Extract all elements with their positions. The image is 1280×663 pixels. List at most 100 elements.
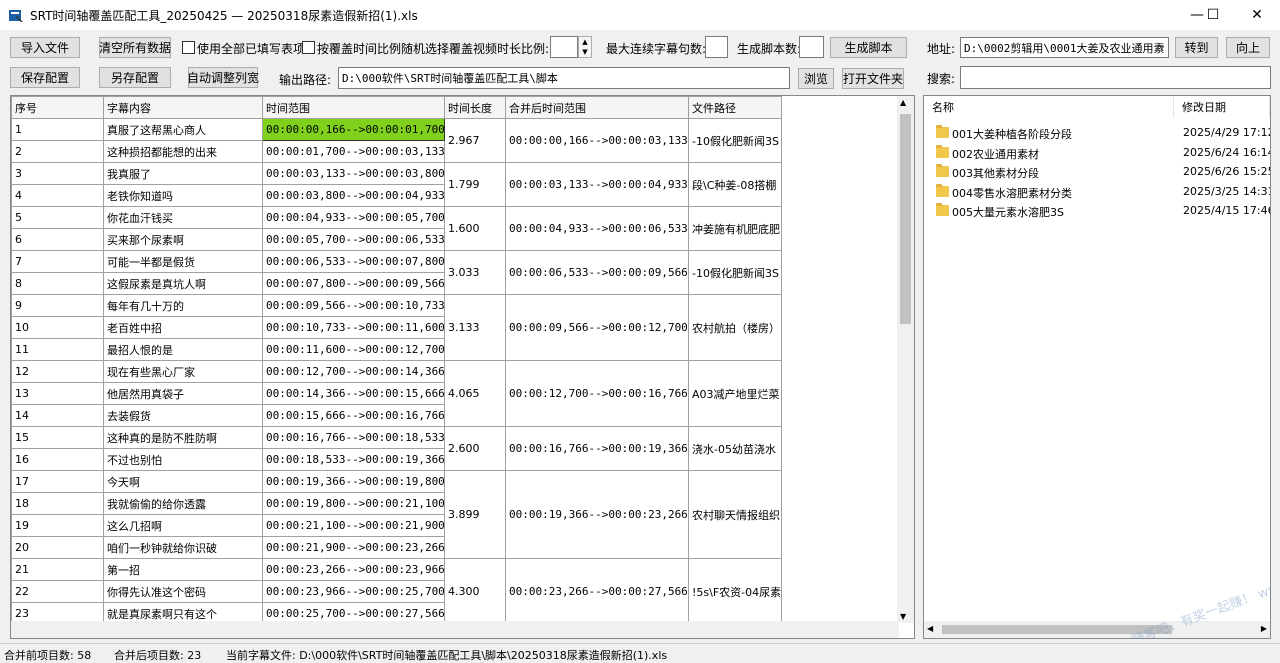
row-number-cell[interactable]: 13 xyxy=(11,382,104,405)
row-number-cell[interactable]: 4 xyxy=(11,184,104,207)
subtitle-text-cell[interactable]: 这种真的是防不胜防啊 xyxy=(103,426,263,449)
time-range-cell[interactable]: 00:00:14,366-->00:00:15,666 xyxy=(262,382,445,405)
row-number-cell[interactable]: 16 xyxy=(11,448,104,471)
merged-range-cell[interactable]: 00:00:06,533-->00:00:09,566 xyxy=(505,250,689,295)
time-range-cell[interactable]: 00:00:19,800-->00:00:21,100 xyxy=(262,492,445,515)
row-number-cell[interactable]: 11 xyxy=(11,338,104,361)
use-all-checkbox[interactable] xyxy=(182,41,195,54)
subtitle-text-cell[interactable]: 我真服了 xyxy=(103,162,263,185)
time-range-cell[interactable]: 00:00:00,166-->00:00:01,700 xyxy=(262,118,445,141)
file-path-cell[interactable]: -10假化肥新闻3S xyxy=(688,118,782,163)
duration-cell[interactable]: 2.967 xyxy=(444,118,506,163)
list-item[interactable]: 005大量元素水溶肥3S 2025/4/15 17:46 xyxy=(924,201,1270,220)
time-range-cell[interactable]: 00:00:21,900-->00:00:23,266 xyxy=(262,536,445,559)
clear-all-button[interactable]: 清空所有数据 xyxy=(99,37,171,58)
generate-script-button[interactable]: 生成脚本 xyxy=(830,37,907,58)
file-path-cell[interactable]: !5s\F农资-04尿素 xyxy=(688,558,782,625)
ratio-spinner[interactable]: ▲ ▼ xyxy=(578,36,592,58)
save-config-button[interactable]: 保存配置 xyxy=(10,67,80,88)
time-range-cell[interactable]: 00:00:05,700-->00:00:06,533 xyxy=(262,228,445,251)
time-range-cell[interactable]: 00:00:07,800-->00:00:09,566 xyxy=(262,272,445,295)
row-number-cell[interactable]: 10 xyxy=(11,316,104,339)
subtitle-text-cell[interactable]: 他居然用真袋子 xyxy=(103,382,263,405)
open-folder-button[interactable]: 打开文件夹 xyxy=(842,68,904,89)
table-row[interactable]: 5 你花血汗钱买 00:00:04,933-->00:00:05,700 1.600 0… xyxy=(11,206,782,251)
row-number-cell[interactable]: 12 xyxy=(11,360,104,383)
list-item[interactable]: 001大姜种植各阶段分段 2025/4/29 17:12 xyxy=(924,123,1270,142)
merged-range-cell[interactable]: 00:00:00,166-->00:00:03,133 xyxy=(505,118,689,163)
subtitle-text-cell[interactable]: 这种损招都能想的出来 xyxy=(103,140,263,163)
file-path-cell[interactable]: 农村航拍（楼房） xyxy=(688,294,782,361)
search-input[interactable] xyxy=(960,66,1271,89)
subtitle-text-cell[interactable]: 第一招 xyxy=(103,558,263,581)
autofit-columns-button[interactable]: 自动调整列宽 xyxy=(187,67,259,88)
grid-header-cell[interactable]: 字幕内容 xyxy=(103,96,263,119)
grid-header-cell[interactable]: 合并后时间范围 xyxy=(505,96,689,119)
duration-cell[interactable]: 3.899 xyxy=(444,470,506,559)
row-number-cell[interactable]: 15 xyxy=(11,426,104,449)
table-row[interactable]: 21 第一招 00:00:23,266-->00:00:23,966 4.300 00:… xyxy=(11,558,782,625)
merged-range-cell[interactable]: 00:00:23,266-->00:00:27,566 xyxy=(505,558,689,625)
cover-ratio-input[interactable] xyxy=(550,36,578,58)
random-ratio-checkbox[interactable] xyxy=(302,41,315,54)
time-range-cell[interactable]: 00:00:09,566-->00:00:10,733 xyxy=(262,294,445,317)
row-number-cell[interactable]: 1 xyxy=(11,118,104,141)
subtitle-text-cell[interactable]: 去装假货 xyxy=(103,404,263,427)
time-range-cell[interactable]: 00:00:15,666-->00:00:16,766 xyxy=(262,404,445,427)
scroll-left-icon[interactable]: ◀ xyxy=(927,624,933,633)
time-range-cell[interactable]: 00:00:16,766-->00:00:18,533 xyxy=(262,426,445,449)
time-range-cell[interactable]: 00:00:04,933-->00:00:05,700 xyxy=(262,206,445,229)
time-range-cell[interactable]: 00:00:03,133-->00:00:03,800 xyxy=(262,162,445,185)
spin-down-icon[interactable]: ▼ xyxy=(579,47,591,57)
subtitle-text-cell[interactable]: 每年有几十万的 xyxy=(103,294,263,317)
subtitle-text-cell[interactable]: 真服了这帮黑心商人 xyxy=(103,118,263,141)
duration-cell[interactable]: 3.033 xyxy=(444,250,506,295)
row-number-cell[interactable]: 7 xyxy=(11,250,104,273)
subtitle-text-cell[interactable]: 老铁你知道吗 xyxy=(103,184,263,207)
scroll-down-icon[interactable]: ▼ xyxy=(900,612,906,621)
vertical-scrollbar[interactable]: ▲ ▼ xyxy=(897,96,914,623)
time-range-cell[interactable]: 00:00:12,700-->00:00:14,366 xyxy=(262,360,445,383)
grid-header-cell[interactable]: 文件路径 xyxy=(688,96,782,119)
row-number-cell[interactable]: 17 xyxy=(11,470,104,493)
file-path-cell[interactable]: A03减产地里烂菜 xyxy=(688,360,782,427)
file-path-cell[interactable]: -10假化肥新闻3S xyxy=(688,250,782,295)
row-number-cell[interactable]: 9 xyxy=(11,294,104,317)
list-item[interactable]: 003其他素材分段 2025/6/26 15:25 xyxy=(924,162,1270,181)
time-range-cell[interactable]: 00:00:23,266-->00:00:23,966 xyxy=(262,558,445,581)
time-range-cell[interactable]: 00:00:10,733-->00:00:11,600 xyxy=(262,316,445,339)
address-select[interactable]: D:\0002剪辑用\0001大姜及农业通用素 ⌄ xyxy=(960,37,1169,58)
table-row[interactable]: 7 可能一半都是假货 00:00:06,533-->00:00:07,800 3.03… xyxy=(11,250,782,295)
row-number-cell[interactable]: 21 xyxy=(11,558,104,581)
maximize-icon[interactable]: ☐ xyxy=(1190,0,1236,30)
grid-header-cell[interactable]: 时间范围 xyxy=(262,96,445,119)
time-range-cell[interactable]: 00:00:06,533-->00:00:07,800 xyxy=(262,250,445,273)
row-number-cell[interactable]: 19 xyxy=(11,514,104,537)
script-count-input[interactable] xyxy=(799,36,824,58)
row-number-cell[interactable]: 18 xyxy=(11,492,104,515)
subtitle-text-cell[interactable]: 这假尿素是真坑人啊 xyxy=(103,272,263,295)
merged-range-cell[interactable]: 00:00:16,766-->00:00:19,366 xyxy=(505,426,689,471)
merged-range-cell[interactable]: 00:00:19,366-->00:00:23,266 xyxy=(505,470,689,559)
merged-range-cell[interactable]: 00:00:12,700-->00:00:16,766 xyxy=(505,360,689,427)
time-range-cell[interactable]: 00:00:11,600-->00:00:12,700 xyxy=(262,338,445,361)
goto-button[interactable]: 转到 xyxy=(1175,37,1218,58)
list-item[interactable]: 004零售水溶肥素材分类 2025/3/25 14:31 xyxy=(924,182,1270,201)
scrollbar-thumb[interactable] xyxy=(900,114,911,324)
duration-cell[interactable]: 1.799 xyxy=(444,162,506,207)
browse-button[interactable]: 浏览 xyxy=(798,68,834,89)
horizontal-scrollbar[interactable] xyxy=(11,621,899,638)
merged-range-cell[interactable]: 00:00:04,933-->00:00:06,533 xyxy=(505,206,689,251)
save-as-config-button[interactable]: 另存配置 xyxy=(99,67,171,88)
time-range-cell[interactable]: 00:00:23,966-->00:00:25,700 xyxy=(262,580,445,603)
grid-header-cell[interactable]: 时间长度 xyxy=(444,96,506,119)
table-row[interactable]: 3 我真服了 00:00:03,133-->00:00:03,800 1.799 00:… xyxy=(11,162,782,207)
file-horizontal-scrollbar[interactable]: ◀ ▶ xyxy=(924,621,1270,638)
time-range-cell[interactable]: 00:00:21,100-->00:00:21,900 xyxy=(262,514,445,537)
subtitle-text-cell[interactable]: 你得先认准这个密码 xyxy=(103,580,263,603)
file-browser[interactable]: 名称 ^ 修改日期 001大姜种植各阶段分段 2025/4/29 17:12 002… xyxy=(923,95,1271,639)
col-date-header[interactable]: 修改日期 xyxy=(1174,96,1270,118)
max-consecutive-input[interactable] xyxy=(705,36,728,58)
output-path-input[interactable]: D:\000软件\SRT时间轴覆盖匹配工具\脚本 xyxy=(338,67,790,89)
subtitle-text-cell[interactable]: 不过也别怕 xyxy=(103,448,263,471)
